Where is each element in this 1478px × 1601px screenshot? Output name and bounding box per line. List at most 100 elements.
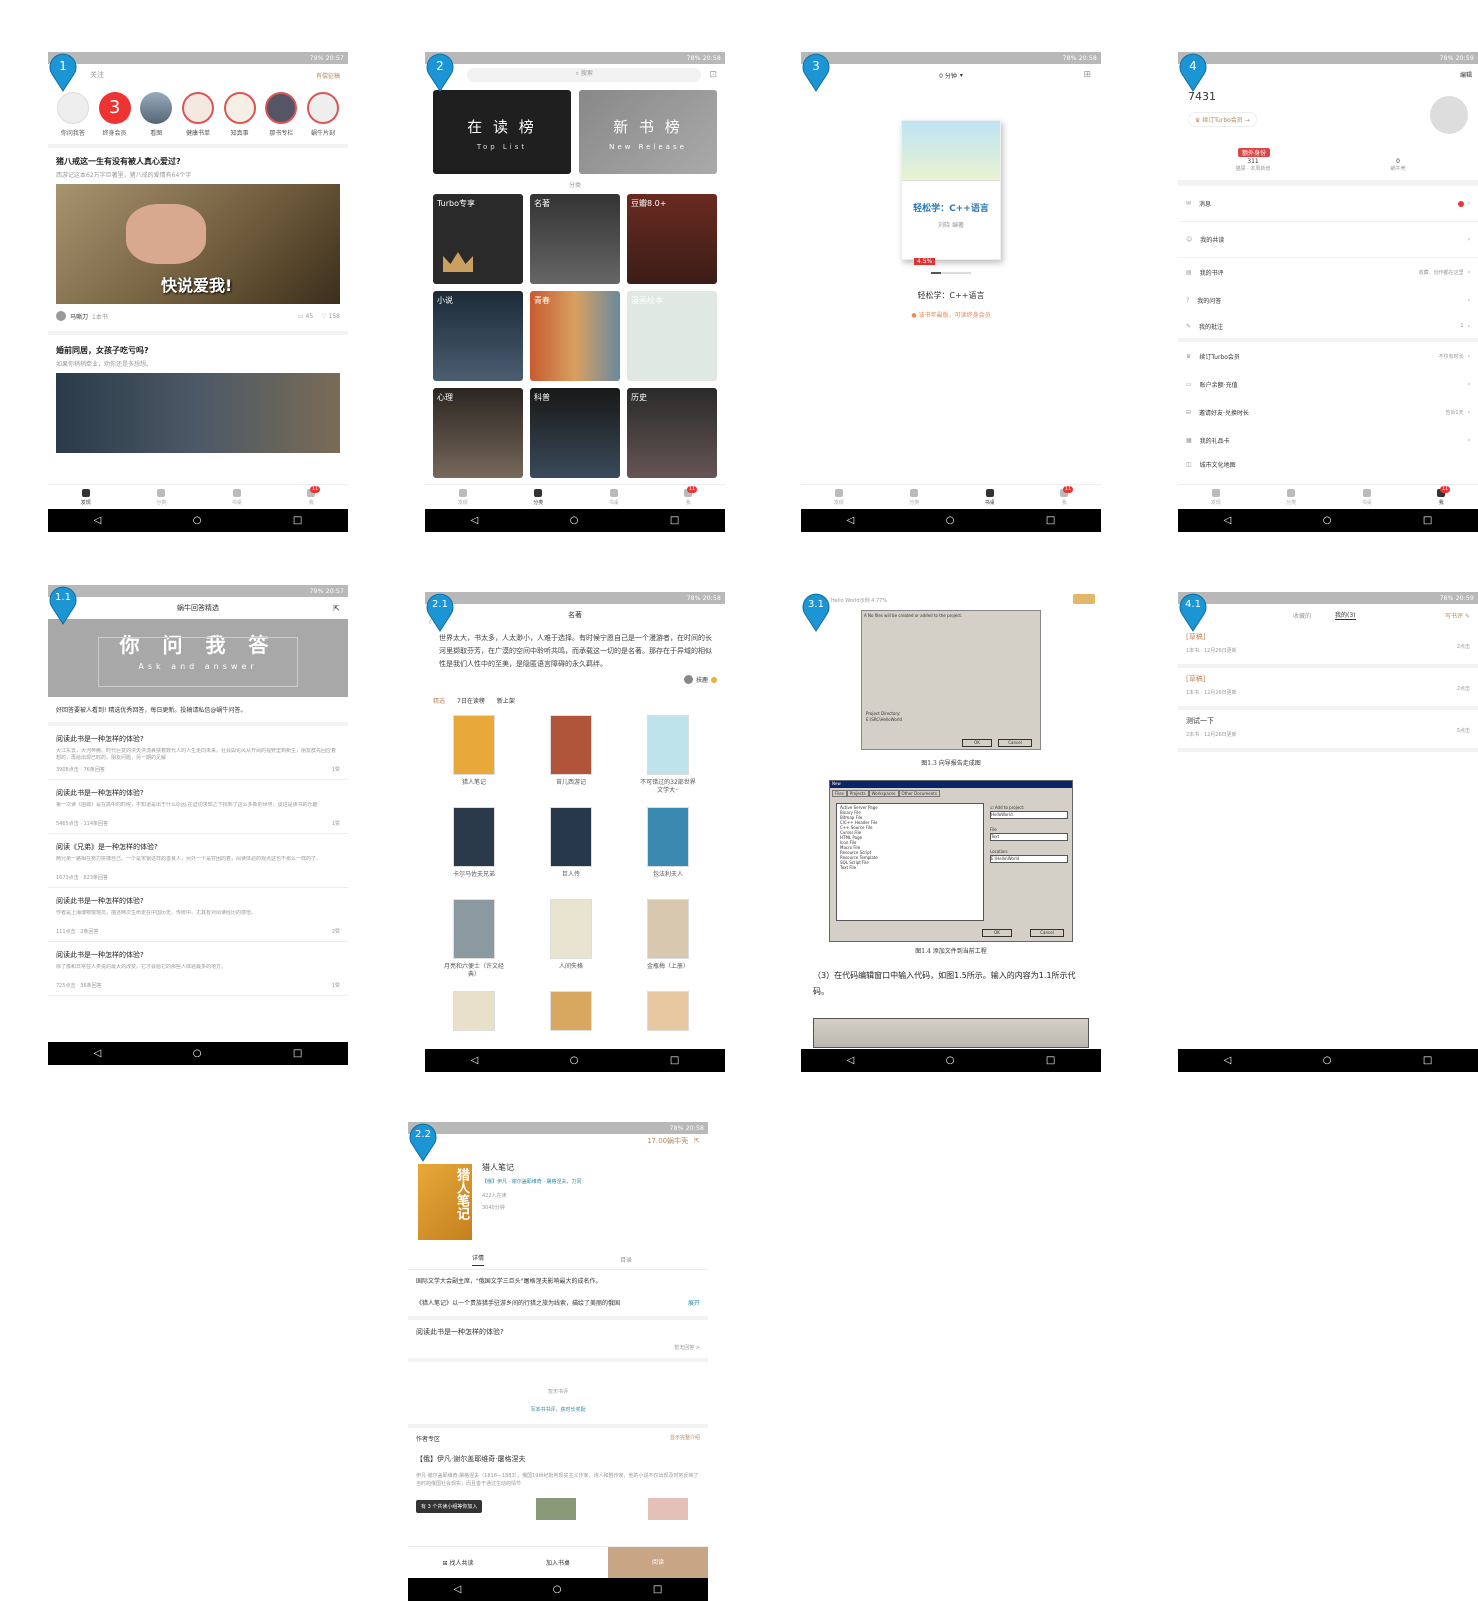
book-cover[interactable] xyxy=(550,715,592,775)
home-button[interactable]: ○ xyxy=(553,1584,562,1595)
author-name[interactable]: 马嘶刀 xyxy=(70,312,88,321)
home-button[interactable]: ○ xyxy=(570,1055,579,1066)
book-cover[interactable] xyxy=(647,807,689,867)
question-item[interactable]: 阅读此书是一种怎样的体验? 第一次读《围城》是在高中的时候，不知道是出于什么原因,… xyxy=(48,780,348,834)
book-cover[interactable] xyxy=(453,807,495,867)
menu-item-messages[interactable]: ✉ 消息 › xyxy=(1178,186,1478,222)
book-author[interactable]: 【俄】伊凡 · 谢尔盖耶维奇 · 屠格涅夫，力冈 xyxy=(482,1178,582,1185)
question-item[interactable]: 阅读此书是一种怎样的体验? 除了像和日常在人类说的最大的改变。它才会给它的那些人体… xyxy=(48,942,348,996)
circle-item[interactable]: 那书专栏 xyxy=(263,91,299,137)
tab-desk[interactable]: 书桌 xyxy=(1362,488,1372,506)
category-novel[interactable]: 小说 xyxy=(433,291,523,381)
back-button[interactable]: ◁ xyxy=(847,1055,855,1066)
menu-item-culture-map[interactable]: ◫ 城市文化地图 xyxy=(1178,454,1478,474)
question-item[interactable]: 阅读此书是一种怎样的体验? 作者是上海博物馆馆员，描述两次生命走在中国历史、传统中… xyxy=(48,888,348,942)
tab-category[interactable]: 分类 xyxy=(1286,488,1296,506)
review-item[interactable]: 测试一下 2本书 · 12月26日更新 5点击 xyxy=(1178,710,1478,752)
circle-item[interactable]: 3 终身会员 xyxy=(97,91,133,137)
tab-favorites[interactable]: 收藏的 xyxy=(1293,611,1311,620)
tab-mine[interactable]: 我的(3) xyxy=(1335,610,1356,620)
question-title[interactable]: 阅读此书是一种怎样的体验? xyxy=(416,1327,504,1337)
add-to-desk-button[interactable]: 加入书桌 xyxy=(508,1558,608,1567)
back-button[interactable]: ◁ xyxy=(1224,515,1232,526)
menu-item-coreading[interactable]: ☺ 我的共读 › xyxy=(1178,222,1478,258)
book-cover[interactable] xyxy=(550,899,592,959)
author-more-link[interactable]: 显示完整介绍 xyxy=(670,1434,700,1441)
category-psychology[interactable]: 心理 xyxy=(433,388,523,478)
book-title[interactable]: 不可错过的32部世界文学大·· xyxy=(638,779,698,795)
circle-item[interactable]: 你问我答 xyxy=(55,91,91,137)
book-title[interactable]: 轻松学：C++语言 xyxy=(801,290,1101,301)
tab-me[interactable]: 我 11 xyxy=(684,485,698,506)
book-title[interactable]: 卡尔马佐夫兄弟 xyxy=(444,871,504,879)
back-button[interactable]: ◁ xyxy=(94,1048,102,1059)
book-cover[interactable] xyxy=(550,991,592,1031)
tab-new[interactable]: 新上架 xyxy=(497,696,515,705)
home-button[interactable]: ○ xyxy=(1323,1055,1332,1066)
book-title[interactable]: 巨人传 xyxy=(541,871,601,879)
tab-toc[interactable]: 目录 xyxy=(620,1255,632,1264)
home-button[interactable]: ○ xyxy=(946,515,955,526)
search-input[interactable]: ⌕ 搜索 xyxy=(467,68,702,82)
book-cover[interactable] xyxy=(453,991,495,1031)
share-icon[interactable]: ⇱ xyxy=(694,1137,700,1145)
recents-button[interactable]: □ xyxy=(653,1584,662,1595)
category-history[interactable]: 历史 xyxy=(627,388,717,478)
home-button[interactable]: ○ xyxy=(193,515,202,526)
expand-button[interactable]: 展开 xyxy=(688,1298,700,1307)
book-cover[interactable] xyxy=(453,715,495,775)
back-button[interactable]: ◁ xyxy=(471,515,479,526)
write-review-button[interactable]: 写书评 ✎ xyxy=(1445,611,1470,620)
book-cover[interactable] xyxy=(453,899,495,959)
menu-item-notes[interactable]: ✎ 我的批注 1 › xyxy=(1178,314,1478,342)
category-turbo[interactable]: Turbo专享 xyxy=(433,194,523,284)
edit-button[interactable]: 编辑 xyxy=(1460,70,1472,79)
book-cover[interactable]: 轻松学：C++语言 刘晓 编著 4.5% xyxy=(901,120,1001,265)
book-title[interactable]: 月亮和六便士（许文经典） xyxy=(444,963,504,979)
tab-selected[interactable]: 精选 xyxy=(433,696,445,705)
category-classics[interactable]: 名著 xyxy=(530,194,620,284)
recents-button[interactable]: □ xyxy=(1423,515,1432,526)
comment-icon[interactable]: ▭ xyxy=(298,313,304,320)
question-item[interactable]: 阅读《兄弟》是一种怎样的体验? 两兄弟一路相在努力拼搏自己。一个是宋钢这样的善良人… xyxy=(48,834,348,888)
menu-item-qa[interactable]: ? 我的问答 › xyxy=(1178,286,1478,314)
category-youth[interactable]: 青春 xyxy=(530,291,620,381)
renew-turbo-button[interactable]: 续订Turbo会员 → xyxy=(1202,117,1249,124)
category-douban[interactable]: 豆瓣8.0+ xyxy=(627,194,717,284)
tab-me[interactable]: 我 11 xyxy=(307,485,321,506)
recents-button[interactable]: □ xyxy=(1046,1055,1055,1066)
category-comics[interactable]: 漫画绘本 xyxy=(627,291,717,381)
banner-top-list[interactable]: 在 读 榜 Top List xyxy=(433,90,571,174)
read-button[interactable]: 阅读 xyxy=(608,1546,708,1579)
answer-link[interactable]: 暂无回答 > xyxy=(674,1344,700,1351)
book-cover[interactable] xyxy=(550,807,592,867)
circle-item[interactable]: 知真事 xyxy=(222,91,258,137)
tab-follow[interactable]: 关注 xyxy=(90,70,104,80)
home-button[interactable]: ○ xyxy=(570,515,579,526)
tab-7day[interactable]: 7日在读榜 xyxy=(457,696,485,705)
book-title[interactable]: 金瓶梅（上册） xyxy=(638,963,698,971)
book-title[interactable]: 人间失格 xyxy=(541,963,601,971)
member-notice[interactable]: 该书年最版，可读终身会员 xyxy=(919,312,991,319)
circle-item[interactable]: 健康书单 xyxy=(180,91,216,137)
tab-discover[interactable]: 发现 xyxy=(834,488,844,506)
tab-discover[interactable]: 发现 xyxy=(1211,488,1221,506)
reading-time[interactable]: 0 分钟 xyxy=(939,71,957,80)
recents-button[interactable]: □ xyxy=(293,515,302,526)
signer-name[interactable]: 扶鹿 xyxy=(696,675,708,684)
tab-desk[interactable]: 书桌 xyxy=(609,488,619,506)
category-science[interactable]: 科普 xyxy=(530,388,620,478)
back-button[interactable]: ◁ xyxy=(1224,1055,1232,1066)
book-title[interactable]: 苔儿西游记 xyxy=(541,779,601,787)
write-review-link[interactable]: 写本书书评，获时长奖励 xyxy=(408,1406,708,1413)
menu-item-invite[interactable]: ⊟ 邀请好友·兑换时长 告诉1天 › xyxy=(1178,398,1478,426)
question-item[interactable]: 阅读此书是一种怎样的体验? 大江东去，大河奔腾。时代巨变的洪天洪流裹挟着数代人的人… xyxy=(48,726,348,780)
tab-detail[interactable]: 详情 xyxy=(472,1253,485,1266)
coread-button[interactable]: ⊞ 找人共读 xyxy=(408,1558,508,1567)
recents-button[interactable]: □ xyxy=(670,1055,679,1066)
circle-item[interactable]: 看图 xyxy=(138,91,174,137)
recents-button[interactable]: □ xyxy=(293,1048,302,1059)
tab-me[interactable]: 我 11 xyxy=(1060,485,1074,506)
recents-button[interactable]: □ xyxy=(1423,1055,1432,1066)
like-icon[interactable]: ♡ xyxy=(321,313,326,320)
